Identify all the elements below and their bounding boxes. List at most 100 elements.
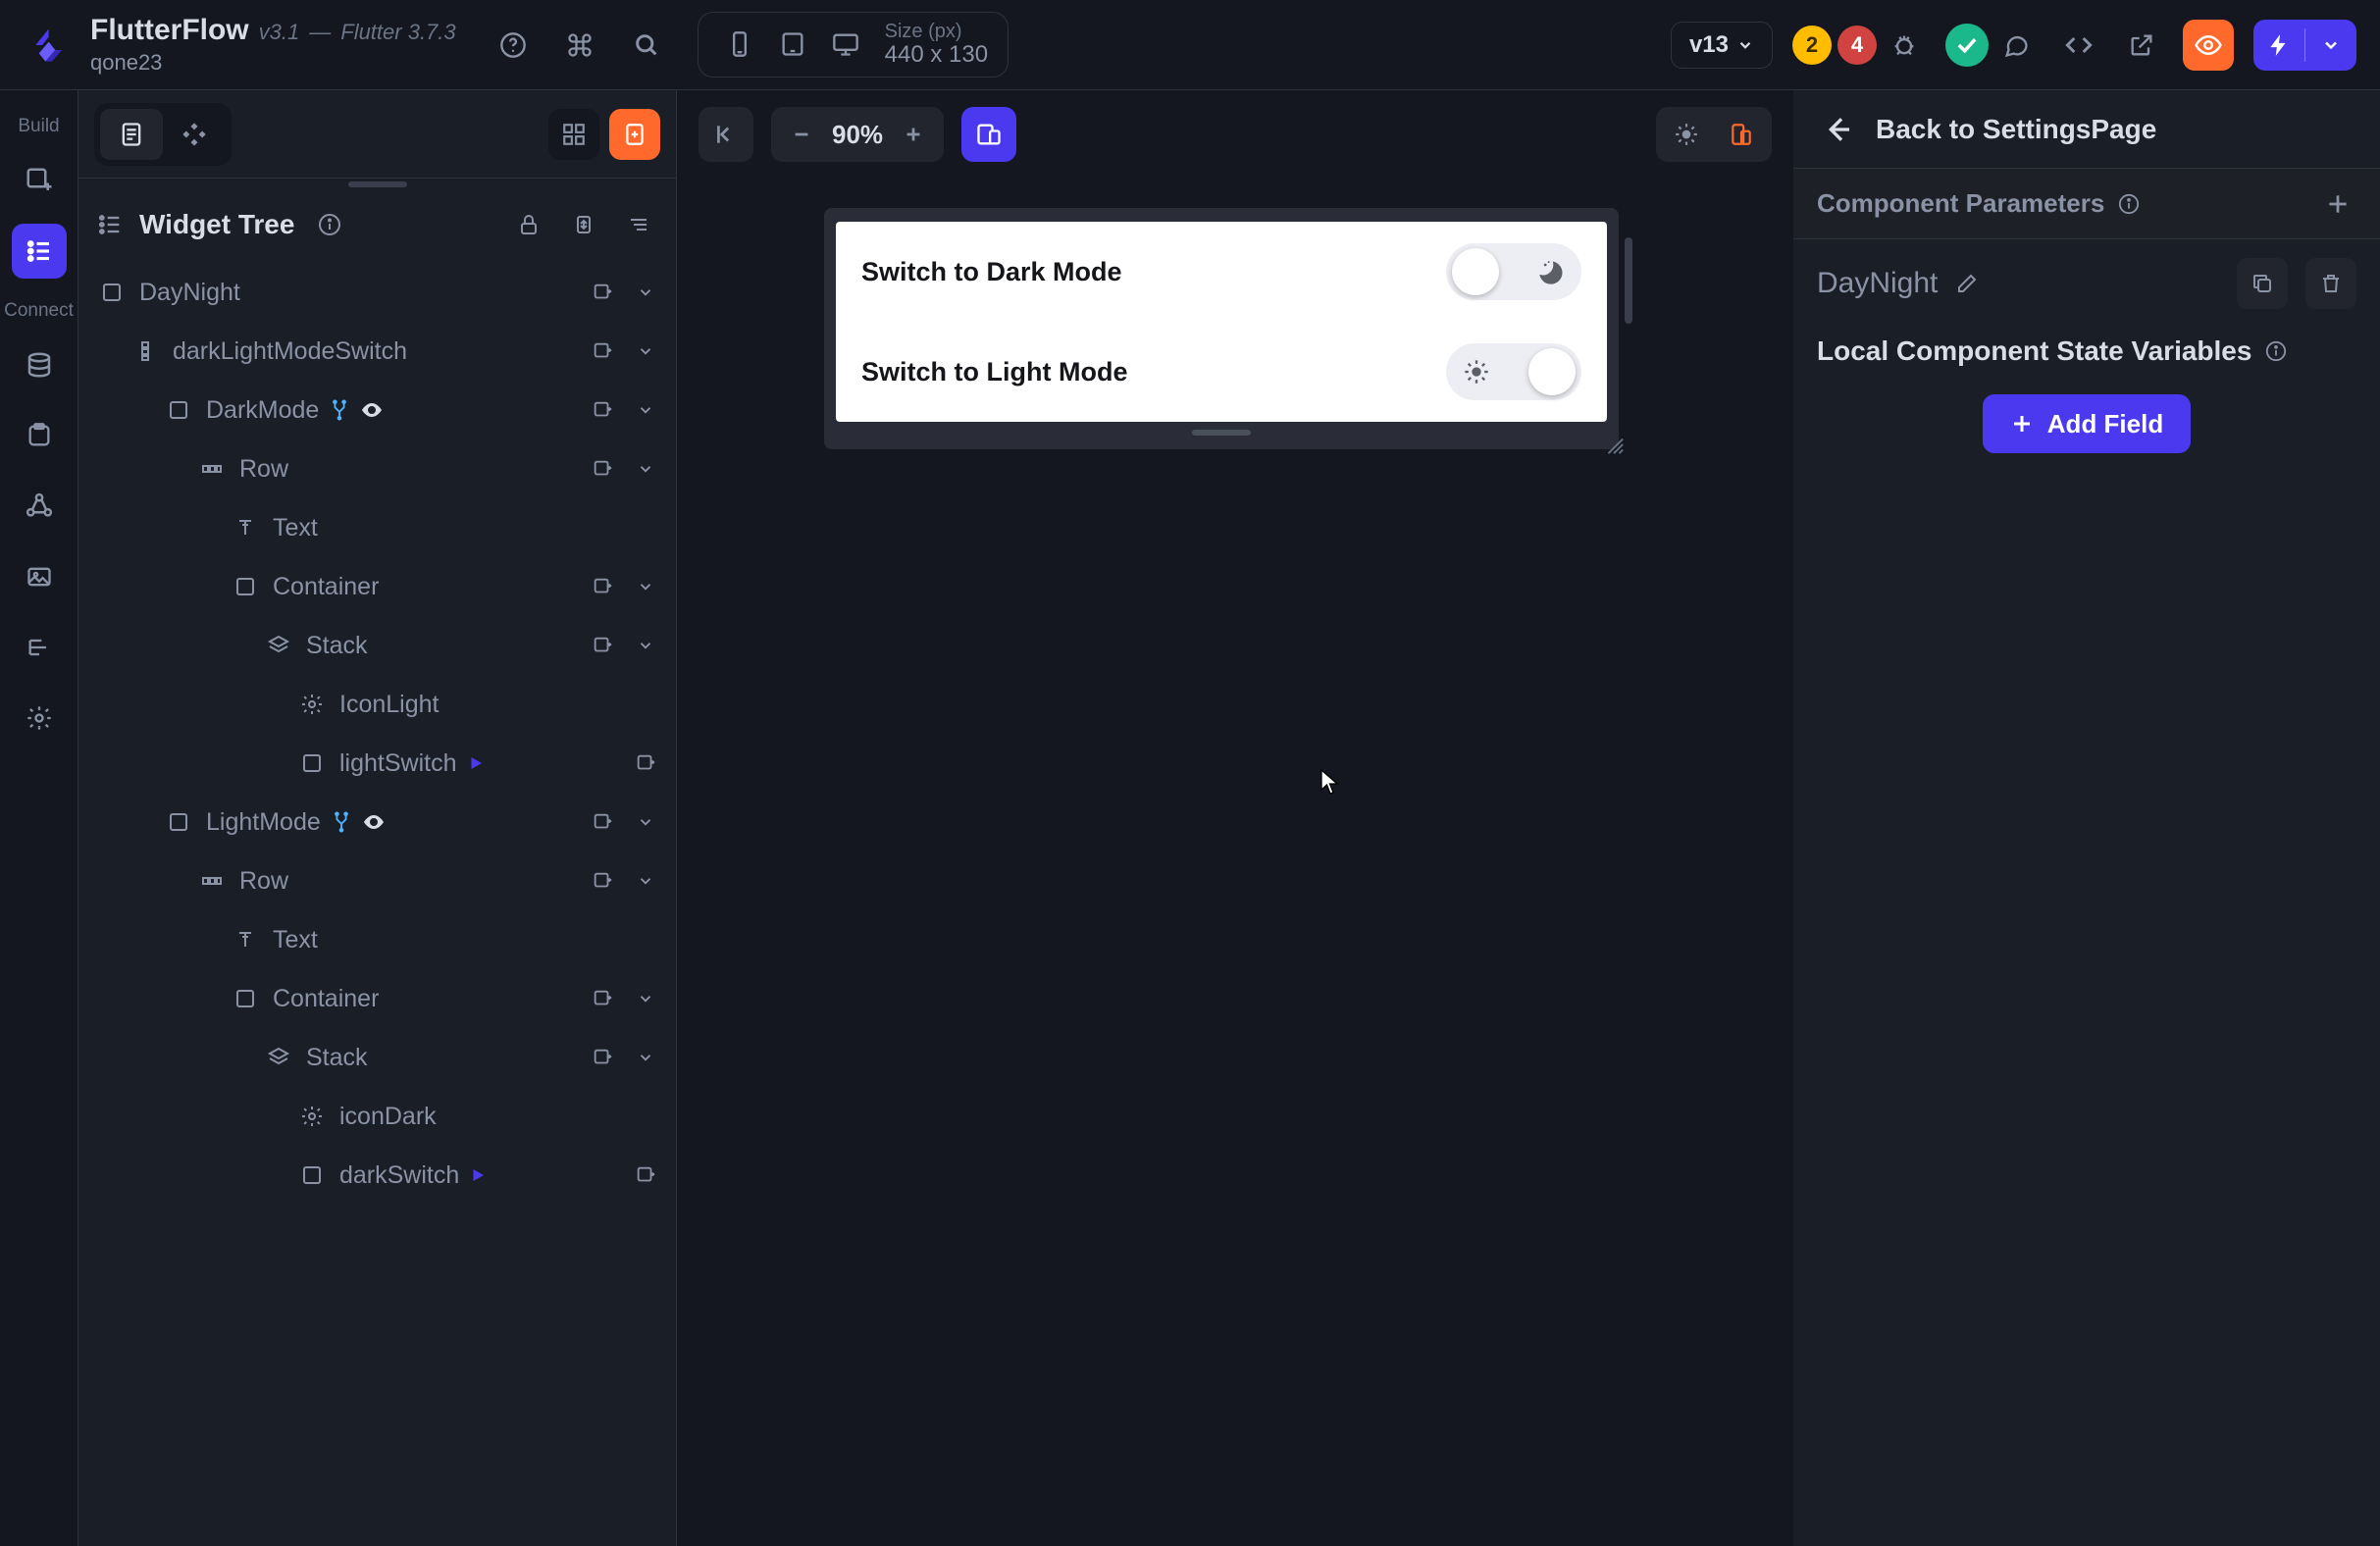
left-panel: Widget Tree DayNightdarkLightModeSwitchD… xyxy=(78,90,677,1546)
expand-toggle[interactable] xyxy=(629,570,662,603)
resize-handle[interactable] xyxy=(1603,434,1625,455)
add-child-button[interactable] xyxy=(586,805,619,839)
rail-api[interactable] xyxy=(12,479,67,534)
run-button[interactable] xyxy=(2253,20,2356,71)
tree-row[interactable]: LightMode xyxy=(78,793,676,851)
rail-add-widget[interactable] xyxy=(12,153,67,208)
sort-button[interactable] xyxy=(619,205,658,244)
help-button[interactable] xyxy=(492,24,535,67)
info-icon[interactable] xyxy=(310,205,349,244)
tree-row[interactable]: IconLight xyxy=(78,675,676,734)
add-child-button[interactable] xyxy=(586,276,619,309)
add-child-button[interactable] xyxy=(586,452,619,486)
rail-settings[interactable] xyxy=(12,691,67,746)
run-dropdown[interactable] xyxy=(2305,20,2356,71)
lock-button[interactable] xyxy=(509,205,548,244)
rail-firestore[interactable] xyxy=(12,337,67,392)
tree-row[interactable]: DarkMode xyxy=(78,381,676,439)
light-preview-button[interactable] xyxy=(1662,113,1711,156)
tree-row[interactable]: Container xyxy=(78,969,676,1028)
add-child-button[interactable] xyxy=(586,864,619,898)
expand-toggle[interactable] xyxy=(629,629,662,662)
zoom-in-button[interactable] xyxy=(897,118,930,151)
expand-toggle[interactable] xyxy=(629,452,662,486)
widget-type-icon xyxy=(165,808,192,836)
expand-toggle[interactable] xyxy=(629,805,662,839)
expand-toggle[interactable] xyxy=(629,982,662,1015)
dark-mode-switch[interactable] xyxy=(1446,243,1581,300)
app-logo[interactable] xyxy=(24,22,71,69)
component-frame[interactable]: Switch to Dark Mode Switch to Light Mode xyxy=(824,208,1619,449)
info-icon[interactable] xyxy=(2112,187,2146,221)
comments-button[interactable] xyxy=(1994,24,2038,67)
tree-row[interactable]: Text xyxy=(78,498,676,557)
expand-toggle[interactable] xyxy=(629,1041,662,1074)
add-child-button[interactable] xyxy=(629,747,662,780)
components-tab[interactable] xyxy=(163,109,226,160)
bug-icon[interactable] xyxy=(1883,24,1926,67)
visibility-icon[interactable] xyxy=(362,810,386,834)
tree-row[interactable]: lightSwitch xyxy=(78,734,676,793)
tree-row[interactable]: Row xyxy=(78,439,676,498)
open-external-button[interactable] xyxy=(2120,24,2163,67)
rail-custom-code[interactable] xyxy=(12,620,67,675)
panel-resize-handle[interactable] xyxy=(78,179,676,190)
preview-button[interactable] xyxy=(2183,20,2234,71)
responsive-preview-button[interactable] xyxy=(1717,113,1766,156)
rail-storage[interactable] xyxy=(12,408,67,463)
add-child-button[interactable] xyxy=(586,335,619,368)
tree-row[interactable]: darkLightModeSwitch xyxy=(78,322,676,381)
rail-widget-tree[interactable] xyxy=(12,224,67,279)
collapse-left-panel-button[interactable] xyxy=(698,107,753,162)
add-child-button[interactable] xyxy=(586,1041,619,1074)
info-icon[interactable] xyxy=(2265,340,2287,362)
visibility-icon[interactable] xyxy=(360,398,384,422)
add-child-button[interactable] xyxy=(586,982,619,1015)
light-mode-row[interactable]: Switch to Light Mode xyxy=(861,335,1581,408)
tree-row[interactable]: Container xyxy=(78,557,676,616)
mobile-frame-button[interactable] xyxy=(718,23,761,66)
expand-button[interactable] xyxy=(564,205,603,244)
expand-toggle[interactable] xyxy=(629,335,662,368)
expand-toggle[interactable] xyxy=(629,276,662,309)
tree-row[interactable]: darkSwitch xyxy=(78,1146,676,1205)
status-ok-icon[interactable] xyxy=(1945,24,1989,67)
warnings-badge[interactable]: 2 xyxy=(1792,26,1832,65)
add-child-button[interactable] xyxy=(586,393,619,427)
expand-toggle[interactable] xyxy=(629,393,662,427)
tablet-frame-button[interactable] xyxy=(771,23,814,66)
flutter-version: Flutter 3.7.3 xyxy=(340,20,455,45)
expand-toggle[interactable] xyxy=(629,864,662,898)
errors-badge[interactable]: 4 xyxy=(1837,26,1877,65)
edit-name-button[interactable] xyxy=(1955,272,1979,295)
sun-icon xyxy=(1460,355,1493,388)
delete-button[interactable] xyxy=(2305,258,2356,309)
code-view-button[interactable] xyxy=(2057,24,2100,67)
duplicate-button[interactable] xyxy=(2237,258,2288,309)
back-button[interactable] xyxy=(1817,109,1858,150)
light-mode-switch[interactable] xyxy=(1446,343,1581,400)
canvas-stage[interactable]: Switch to Dark Mode Switch to Light Mode xyxy=(824,208,1619,449)
tree-row[interactable]: Row xyxy=(78,851,676,910)
command-palette-button[interactable] xyxy=(558,24,601,67)
version-history-pill[interactable]: v13 xyxy=(1671,22,1773,69)
tree-row[interactable]: DayNight xyxy=(78,263,676,322)
add-parameter-button[interactable] xyxy=(2319,185,2356,223)
add-page-button[interactable] xyxy=(609,109,660,160)
storyboard-button[interactable] xyxy=(548,109,599,160)
zoom-out-button[interactable] xyxy=(785,118,818,151)
search-button[interactable] xyxy=(625,24,668,67)
add-child-button[interactable] xyxy=(629,1159,662,1192)
pages-tab[interactable] xyxy=(100,109,163,160)
desktop-frame-button[interactable] xyxy=(824,23,867,66)
add-child-button[interactable] xyxy=(586,629,619,662)
dark-mode-row[interactable]: Switch to Dark Mode xyxy=(861,235,1581,308)
tree-row[interactable]: Stack xyxy=(78,1028,676,1087)
rail-media[interactable] xyxy=(12,549,67,604)
add-field-button[interactable]: Add Field xyxy=(1983,394,2191,453)
tree-row[interactable]: Text xyxy=(78,910,676,969)
add-child-button[interactable] xyxy=(586,570,619,603)
tree-row[interactable]: Stack xyxy=(78,616,676,675)
multi-device-preview-button[interactable] xyxy=(961,107,1016,162)
tree-row[interactable]: iconDark xyxy=(78,1087,676,1146)
